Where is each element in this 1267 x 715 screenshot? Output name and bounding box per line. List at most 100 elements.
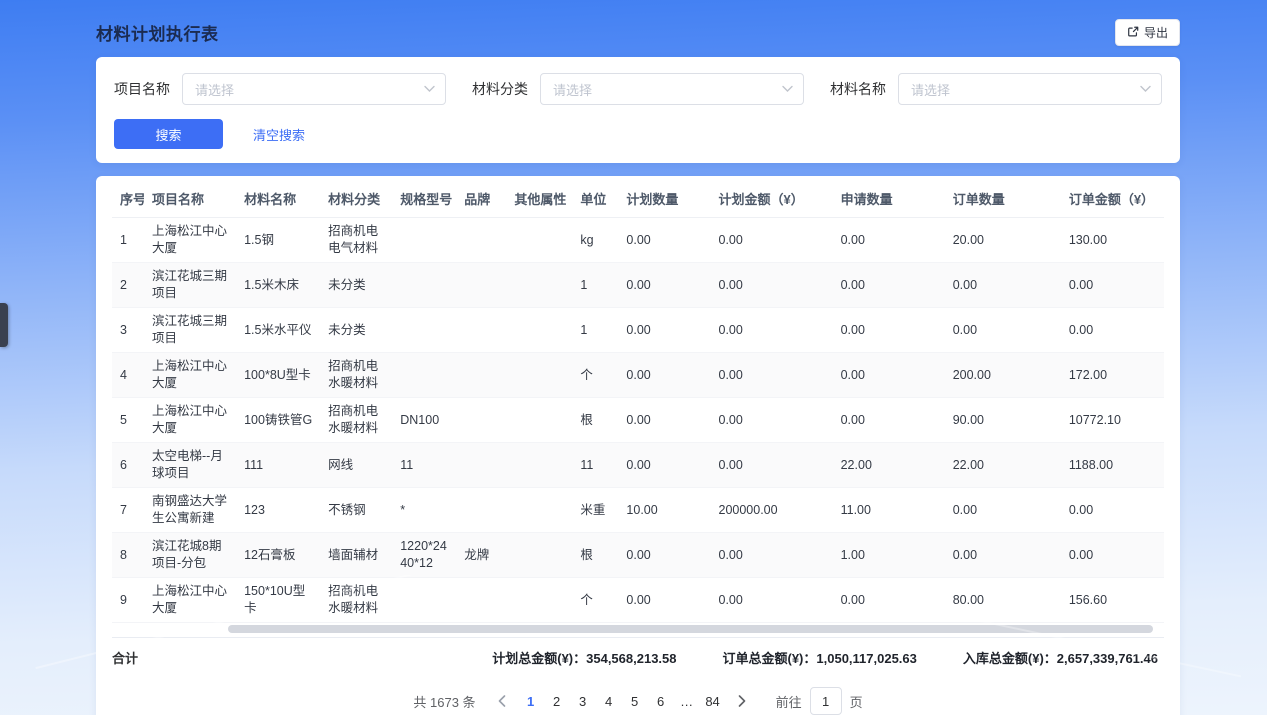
table-cell: 0.00 [1061, 533, 1164, 578]
inbound-total-amount: 入库总金额(¥)：2,657,339,761.46 [963, 648, 1158, 667]
table-cell: kg [572, 218, 618, 263]
table-cell [456, 218, 506, 263]
scrollbar-thumb[interactable] [228, 625, 1154, 633]
material-category-placeholder: 请选择 [553, 80, 592, 99]
table-cell: 5 [112, 398, 144, 443]
table-cell: 1.00 [833, 533, 945, 578]
table-cell: 80.00 [945, 578, 1061, 623]
project-name-select[interactable]: 请选择 [182, 73, 446, 105]
material-plan-table: 序号项目名称材料名称材料分类规格型号品牌其他属性单位计划数量计划金额（¥）申请数… [112, 178, 1164, 623]
table-cell: 6 [112, 443, 144, 488]
table-cell: 0.00 [833, 398, 945, 443]
table-cell: 0.00 [618, 398, 710, 443]
table-cell: 0.00 [618, 263, 710, 308]
summary-total-label: 合计 [112, 648, 138, 667]
table-cell: 招商机电水暖材料 [320, 353, 392, 398]
table-cell [506, 218, 572, 263]
table-cell [506, 263, 572, 308]
prev-page-button[interactable] [492, 695, 512, 707]
table-cell: 0.00 [618, 218, 710, 263]
table-cell [392, 218, 456, 263]
table-cell: 0.00 [945, 308, 1061, 353]
table-cell [506, 533, 572, 578]
column-header: 申请数量 [833, 178, 945, 218]
table-cell: 7 [112, 488, 144, 533]
table-cell: 上海松江中心大厦 [144, 578, 236, 623]
page-ellipsis[interactable]: … [674, 688, 700, 714]
clear-search-button[interactable]: 清空搜索 [253, 125, 305, 144]
table-cell: 1.5米水平仪 [236, 308, 320, 353]
goto-page-input[interactable] [810, 687, 842, 715]
table-cell: 米重 [572, 488, 618, 533]
table-cell: 0.00 [833, 308, 945, 353]
table-row: 4上海松江中心大厦100*8U型卡招商机电水暖材料个0.000.000.0020… [112, 353, 1164, 398]
page-button-3[interactable]: 3 [570, 688, 596, 714]
page-button-5[interactable]: 5 [622, 688, 648, 714]
table-cell: 0.00 [833, 578, 945, 623]
table-cell: 0.00 [711, 353, 833, 398]
column-header: 计划金额（¥） [711, 178, 833, 218]
table-cell [506, 353, 572, 398]
table-cell [392, 353, 456, 398]
table-cell: 0.00 [711, 443, 833, 488]
table-cell: 4 [112, 353, 144, 398]
table-cell: 0.00 [1061, 263, 1164, 308]
filter-group-category: 材料分类 请选择 [472, 73, 804, 105]
table-cell: 0.00 [711, 308, 833, 353]
page-button-4[interactable]: 4 [596, 688, 622, 714]
table-cell [506, 398, 572, 443]
table-cell: 未分类 [320, 308, 392, 353]
horizontal-scrollbar [112, 625, 1164, 633]
page-button-84[interactable]: 84 [700, 688, 726, 714]
table-cell: 0.00 [711, 533, 833, 578]
table-cell: 0.00 [833, 353, 945, 398]
table-cell: 0.00 [618, 443, 710, 488]
page-button-2[interactable]: 2 [544, 688, 570, 714]
column-header: 序号 [112, 178, 144, 218]
table-row: 3滨江花城三期项目1.5米水平仪未分类10.000.000.000.000.00 [112, 308, 1164, 353]
table-row: 1上海松江中心大厦1.5钢招商机电电气材料kg0.000.000.0020.00… [112, 218, 1164, 263]
table-cell [456, 353, 506, 398]
material-name-select[interactable]: 请选择 [898, 73, 1162, 105]
table-cell: 0.00 [711, 578, 833, 623]
material-name-placeholder: 请选择 [911, 80, 950, 99]
filter-actions-row: 搜索 清空搜索 [114, 119, 1162, 149]
column-header: 订单金额（¥） [1061, 178, 1164, 218]
project-name-placeholder: 请选择 [195, 80, 234, 99]
table-cell: 1220*2440*12 [392, 533, 456, 578]
table-cell: 10.00 [618, 488, 710, 533]
table-cell: 滨江花城三期项目 [144, 263, 236, 308]
table-cell: 个 [572, 353, 618, 398]
table-cell: 上海松江中心大厦 [144, 218, 236, 263]
page-button-1[interactable]: 1 [518, 688, 544, 714]
column-header: 计划数量 [618, 178, 710, 218]
table-cell: 100*8U型卡 [236, 353, 320, 398]
table-cell: 滨江花城8期项目-分包 [144, 533, 236, 578]
table-cell: 未分类 [320, 263, 392, 308]
material-category-select[interactable]: 请选择 [540, 73, 804, 105]
next-page-button[interactable] [732, 695, 752, 707]
table-cell [392, 263, 456, 308]
table-cell: 123 [236, 488, 320, 533]
table-cell: 90.00 [945, 398, 1061, 443]
search-button[interactable]: 搜索 [114, 119, 223, 149]
table-cell [392, 308, 456, 353]
column-header: 品牌 [456, 178, 506, 218]
chevron-down-icon [424, 86, 435, 93]
filter-group-project: 项目名称 请选择 [114, 73, 446, 105]
export-label: 导出 [1144, 24, 1168, 41]
filter-row: 项目名称 请选择 材料分类 请选择 材料名称 [114, 73, 1162, 105]
table-cell [456, 578, 506, 623]
export-button[interactable]: 导出 [1115, 19, 1180, 46]
drawer-handle[interactable] [0, 303, 8, 347]
table-cell: * [392, 488, 456, 533]
page-title: 材料计划执行表 [96, 20, 219, 45]
page-button-6[interactable]: 6 [648, 688, 674, 714]
table-cell [456, 443, 506, 488]
table-cell: 上海松江中心大厦 [144, 353, 236, 398]
table-cell: 滨江花城三期项目 [144, 308, 236, 353]
table-header-row: 序号项目名称材料名称材料分类规格型号品牌其他属性单位计划数量计划金额（¥）申请数… [112, 178, 1164, 218]
goto-page-group: 前往 页 [776, 687, 863, 715]
summary-row: 合计 计划总金额(¥)：354,568,213.58 订单总金额(¥)：1,05… [112, 637, 1164, 677]
table-cell: 招商机电电气材料 [320, 218, 392, 263]
